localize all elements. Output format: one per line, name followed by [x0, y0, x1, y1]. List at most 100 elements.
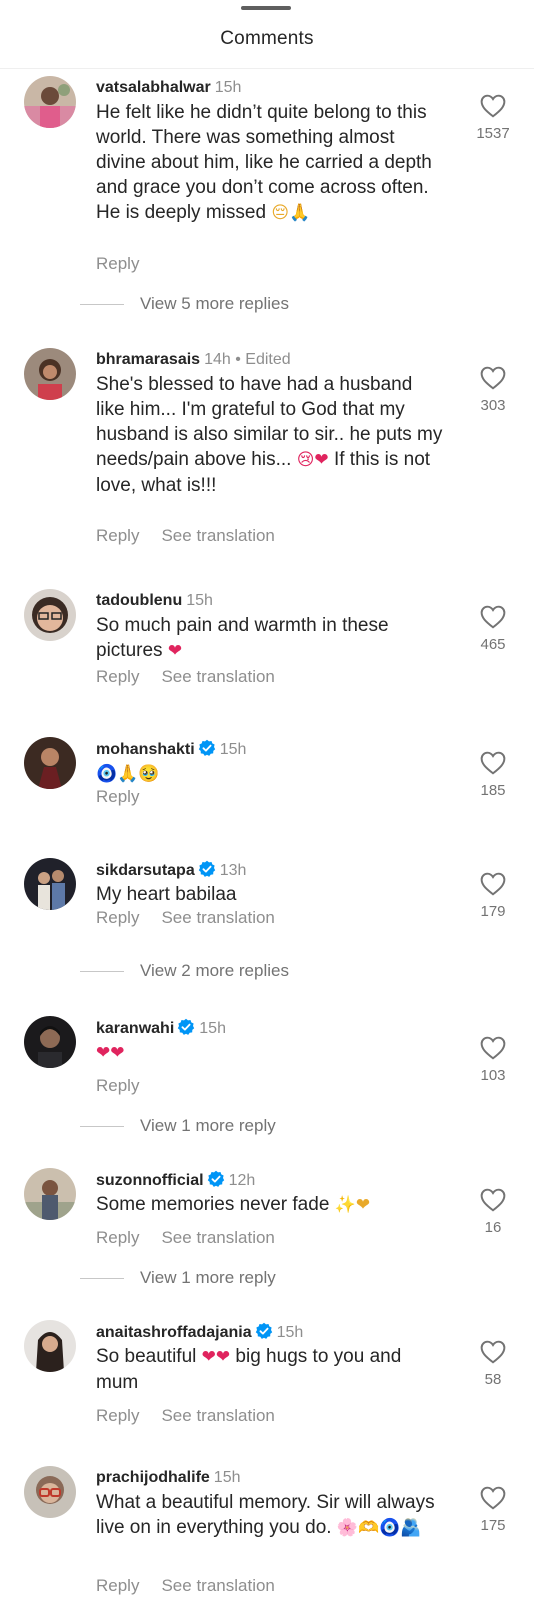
- see-translation-button[interactable]: See translation: [161, 1576, 274, 1595]
- reply-button[interactable]: Reply: [96, 908, 139, 927]
- like-count: 303: [480, 397, 506, 414]
- divider-line: [80, 304, 124, 306]
- verified-badge-icon: [198, 860, 216, 878]
- heart-outline-icon[interactable]: [480, 605, 506, 629]
- reply-button[interactable]: Reply: [96, 526, 139, 545]
- like-control: 58: [470, 1340, 516, 1388]
- timestamp: 14h: [204, 351, 231, 368]
- comment-meta: tadoublenu 15h: [96, 591, 213, 611]
- like-count: 58: [484, 1371, 502, 1388]
- comment-actions: Reply See translation: [96, 908, 297, 928]
- view-replies-label[interactable]: View 1 more reply: [140, 1116, 276, 1135]
- heart-outline-icon[interactable]: [480, 94, 506, 118]
- avatar[interactable]: [24, 1320, 76, 1372]
- username[interactable]: vatsalabhalwar: [96, 79, 211, 96]
- verified-badge-icon: [207, 1170, 225, 1188]
- drag-handle[interactable]: [241, 6, 291, 10]
- like-count: 465: [480, 636, 506, 653]
- reply-button[interactable]: Reply: [96, 1576, 139, 1595]
- username[interactable]: prachijodhalife: [96, 1469, 210, 1486]
- view-replies-label[interactable]: View 2 more replies: [140, 961, 289, 980]
- reply-button[interactable]: Reply: [96, 1076, 139, 1095]
- reply-button[interactable]: Reply: [96, 667, 139, 686]
- divider-line: [80, 1126, 124, 1128]
- username[interactable]: anaitashroffadajania: [96, 1324, 252, 1341]
- comment-meta: mohanshakti 15h: [96, 739, 246, 760]
- comment-actions: Reply See translation: [96, 1228, 297, 1248]
- heart-outline-icon[interactable]: [480, 1188, 506, 1212]
- comment-text: ❤❤: [96, 1040, 446, 1066]
- view-replies-label[interactable]: View 1 more reply: [140, 1268, 276, 1287]
- see-translation-button[interactable]: See translation: [161, 667, 274, 686]
- comment-emoji: ❤: [167, 641, 183, 661]
- like-control: 103: [470, 1036, 516, 1084]
- divider-line: [80, 971, 124, 973]
- username[interactable]: tadoublenu: [96, 592, 182, 609]
- comment-body: Some memories never fade: [96, 1194, 330, 1215]
- reply-button[interactable]: Reply: [96, 254, 139, 273]
- see-translation-button[interactable]: See translation: [161, 908, 274, 927]
- reply-button[interactable]: Reply: [96, 1406, 139, 1425]
- comment-emoji: 😢❤: [296, 450, 329, 470]
- comment-meta: karanwahi 15h: [96, 1018, 226, 1039]
- comment-meta: suzonnofficial 12h: [96, 1170, 255, 1191]
- avatar[interactable]: [24, 76, 76, 128]
- comment-emoji: ✨❤: [334, 1195, 371, 1215]
- avatar[interactable]: [24, 1016, 76, 1068]
- timestamp: 15h: [219, 741, 247, 758]
- like-count: 179: [480, 903, 506, 920]
- comment-body: My heart babilaa: [96, 884, 237, 905]
- username[interactable]: mohanshakti: [96, 741, 195, 758]
- reply-button[interactable]: Reply: [96, 1228, 139, 1247]
- reply-button[interactable]: Reply: [96, 787, 139, 806]
- timestamp: 15h: [186, 592, 213, 609]
- verified-badge-icon: [177, 1018, 195, 1036]
- timestamp: 15h: [199, 1020, 226, 1037]
- comment-emoji: 🌸🫶🧿🫂: [336, 1518, 422, 1538]
- view-replies-label[interactable]: View 5 more replies: [140, 294, 289, 313]
- comment-meta: vatsalabhalwar 15h: [96, 78, 241, 98]
- view-more-replies[interactable]: View 1 more reply: [80, 1268, 276, 1288]
- comment-text: What a beautiful memory. Sir will always…: [96, 1490, 446, 1541]
- username[interactable]: sikdarsutapa: [96, 862, 195, 879]
- comment-actions: Reply See translation: [96, 1406, 297, 1426]
- avatar[interactable]: [24, 858, 76, 910]
- view-more-replies[interactable]: View 5 more replies: [80, 294, 289, 314]
- comment-actions: Reply: [96, 787, 161, 807]
- heart-outline-icon[interactable]: [480, 1340, 506, 1364]
- see-translation-button[interactable]: See translation: [161, 1228, 274, 1247]
- username[interactable]: bhramarasais: [96, 351, 200, 368]
- avatar[interactable]: [24, 589, 76, 641]
- view-more-replies[interactable]: View 2 more replies: [80, 961, 289, 981]
- heart-outline-icon[interactable]: [480, 751, 506, 775]
- like-control: 175: [470, 1486, 516, 1534]
- like-control: 303: [470, 366, 516, 414]
- avatar[interactable]: [24, 1466, 76, 1518]
- heart-outline-icon[interactable]: [480, 366, 506, 390]
- username[interactable]: suzonnofficial: [96, 1172, 204, 1189]
- heart-outline-icon[interactable]: [480, 1036, 506, 1060]
- edited-label: • Edited: [235, 351, 291, 368]
- comments-sheet: Comments vatsalabhalwar 15h He felt like …: [0, 0, 534, 1600]
- comment-meta: prachijodhalife 15h: [96, 1468, 241, 1488]
- comment-actions: Reply: [96, 1076, 161, 1096]
- avatar[interactable]: [24, 348, 76, 400]
- comment-actions: Reply See translation: [96, 526, 297, 546]
- view-more-replies[interactable]: View 1 more reply: [80, 1116, 276, 1136]
- timestamp: 15h: [276, 1324, 304, 1341]
- avatar[interactable]: [24, 737, 76, 789]
- username[interactable]: karanwahi: [96, 1020, 174, 1037]
- avatar[interactable]: [24, 1168, 76, 1220]
- timestamp: 15h: [214, 79, 242, 96]
- like-control: 185: [470, 751, 516, 799]
- see-translation-button[interactable]: See translation: [161, 526, 274, 545]
- comment-text: She's blessed to have had a husband like…: [96, 372, 446, 498]
- comment-meta: bhramarasais 14h • Edited: [96, 350, 291, 370]
- comment-meta: anaitashroffadajania 15h: [96, 1322, 303, 1343]
- see-translation-button[interactable]: See translation: [161, 1406, 274, 1425]
- like-control: 465: [470, 605, 516, 653]
- heart-outline-icon[interactable]: [480, 872, 506, 896]
- heart-outline-icon[interactable]: [480, 1486, 506, 1510]
- divider-line: [80, 1278, 124, 1280]
- comment-meta: sikdarsutapa 13h: [96, 860, 246, 881]
